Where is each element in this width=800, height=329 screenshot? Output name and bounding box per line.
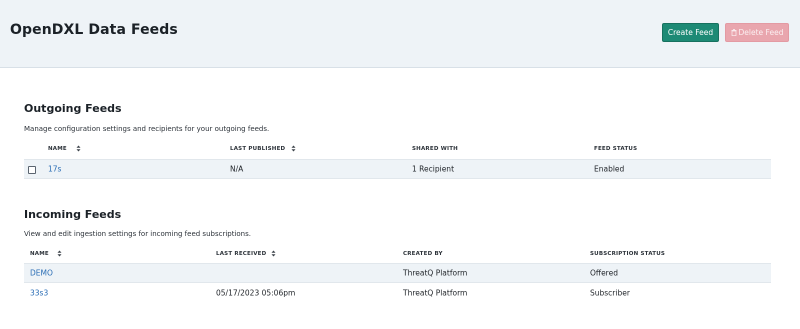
create-feed-button[interactable]: Create Feed: [662, 23, 719, 42]
outgoing-feeds-description: Manage configuration settings and recipi…: [24, 125, 270, 133]
incoming-feeds-title: Incoming Feeds: [24, 208, 122, 221]
table-row[interactable]: 33s3 05/17/2023 05:06pm ThreatQ Platform…: [24, 283, 771, 303]
sort-icon[interactable]: [271, 250, 276, 257]
outgoing-feeds-title: Outgoing Feeds: [24, 102, 122, 115]
delete-feed-button[interactable]: Delete Feed: [725, 23, 789, 42]
created-by-value: ThreatQ Platform: [403, 288, 468, 298]
column-header-shared-with: SHARED WITH: [412, 146, 458, 152]
feed-name-link[interactable]: 17s: [48, 165, 61, 174]
row-select-checkbox[interactable]: [28, 166, 36, 174]
column-header-name[interactable]: NAME: [30, 251, 49, 257]
column-header-last-received[interactable]: LAST RECEIVED: [216, 251, 266, 257]
column-header-name[interactable]: NAME: [48, 146, 67, 152]
incoming-feeds-description: View and edit ingestion settings for inc…: [24, 230, 251, 238]
column-header-last-published[interactable]: LAST PUBLISHED: [230, 146, 285, 152]
column-header-subscription-status: SUBSCRIPTION STATUS: [590, 251, 666, 257]
last-received-value: 05/17/2023 05:06pm: [216, 288, 296, 298]
feed-name-link[interactable]: 33s3: [30, 289, 48, 298]
column-header-created-by: CREATED BY: [403, 251, 443, 257]
trash-icon: [731, 29, 737, 36]
table-row[interactable]: 17s N/A 1 Recipient Enabled: [24, 159, 771, 179]
table-row[interactable]: DEMO ThreatQ Platform Offered: [24, 263, 771, 283]
sort-icon[interactable]: [57, 250, 62, 257]
subscription-status-value: Subscriber: [590, 288, 630, 298]
last-published-value: N/A: [230, 164, 244, 174]
subscription-status-value: Offered: [590, 268, 618, 278]
sort-icon[interactable]: [76, 145, 81, 152]
created-by-value: ThreatQ Platform: [403, 268, 468, 278]
feed-name-link[interactable]: DEMO: [30, 269, 53, 278]
page-title: OpenDXL Data Feeds: [10, 22, 178, 38]
sort-icon[interactable]: [291, 145, 296, 152]
delete-feed-label: Delete Feed: [738, 28, 784, 37]
shared-with-value: 1 Recipient: [412, 164, 455, 174]
page-header: OpenDXL Data Feeds Create Feed Delete Fe…: [0, 0, 800, 68]
feed-status-value: Enabled: [594, 164, 625, 174]
column-header-feed-status: FEED STATUS: [594, 146, 638, 152]
